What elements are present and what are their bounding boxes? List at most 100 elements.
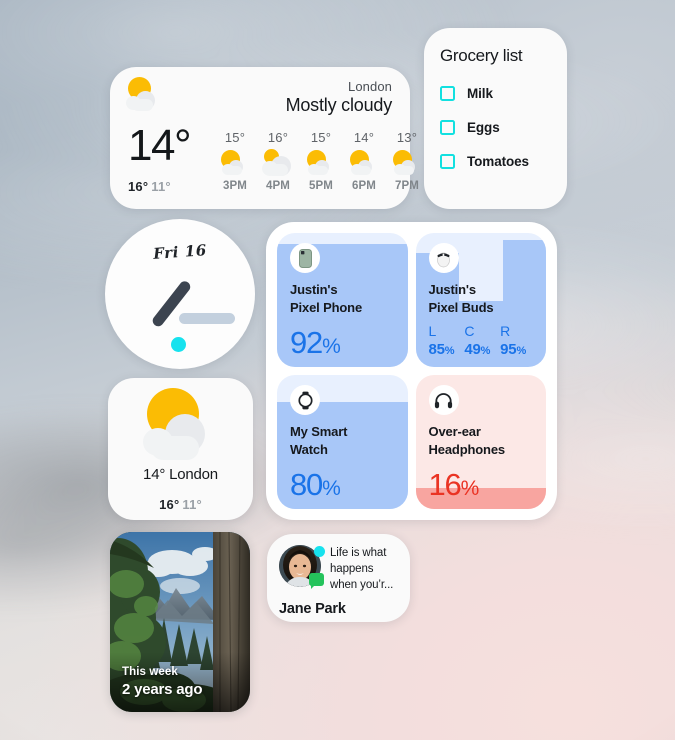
sun-behind-cloud-icon [345, 148, 383, 178]
photo-caption-main: 2 years ago [122, 681, 203, 698]
photo-memories-widget[interactable]: This week 2 years ago [110, 532, 250, 712]
weather-current: 14° 16° 11° [128, 121, 216, 194]
battery-widget-group: Justin's Pixel Phone 92% Justin's Pixel … [266, 222, 557, 520]
percent-symbol: % [444, 345, 455, 357]
sun-behind-cloud-icon [302, 148, 340, 178]
device-name-line1: Justin's [428, 282, 477, 297]
contact-widget[interactable]: Life is what happens when you’r... Jane … [267, 534, 410, 622]
contact-message-preview: Life is what happens when you’r... [330, 547, 394, 591]
sun-behind-cloud-icon [216, 148, 254, 178]
forecast-hour: 16° 4PM [259, 130, 297, 192]
forecast-hour-label: 6PM [352, 180, 376, 193]
buds-channel: R 95% [500, 323, 536, 358]
forecast-hour: 15° 3PM [216, 130, 254, 192]
buds-channel: L 85% [429, 323, 465, 358]
weather-widget-small[interactable]: 14° London 16° 11° [108, 378, 253, 520]
online-status-dot [314, 546, 325, 557]
checkbox-icon[interactable] [440, 120, 455, 135]
clock-minute-hand [179, 313, 235, 324]
grocery-title: Grocery list [440, 46, 523, 65]
battery-percent-value: 16 [428, 467, 462, 502]
battery-percent: 80% [290, 467, 341, 502]
grocery-item[interactable]: Tomatoes [440, 154, 551, 169]
grocery-item[interactable]: Eggs [440, 120, 551, 135]
battery-device-name: Justin's Pixel Phone [290, 281, 395, 316]
weather-header: London Mostly cloudy [110, 67, 410, 123]
message-badge-icon [309, 573, 324, 589]
device-name-line1: Over-ear [428, 424, 481, 439]
battery-percent-value: 80 [290, 467, 323, 502]
device-name-line2: Pixel Phone [290, 299, 363, 315]
forecast-hour-label: 5PM [309, 180, 333, 193]
buds-channel-value: 85% [428, 341, 455, 358]
home-screen: London Mostly cloudy 14° 16° 11° 15° 3PM 16… [0, 0, 675, 740]
buds-channel-key: L [428, 323, 437, 339]
forecast-hour-temp: 14° [353, 130, 375, 146]
battery-tile-pixel-phone[interactable]: Justin's Pixel Phone 92% [277, 233, 408, 367]
forecast-hour-temp: 15° [224, 130, 246, 146]
sun-behind-cloud-icon [135, 388, 227, 462]
weather-small-high-low: 16° 11° [159, 497, 202, 512]
contact-name: Jane Park [279, 600, 346, 617]
earbuds-icon [428, 243, 459, 273]
headphones-icon [428, 385, 459, 415]
forecast-hour-temp: 13° [396, 130, 418, 146]
grocery-item[interactable]: Milk [440, 86, 551, 101]
checkbox-icon[interactable] [440, 154, 455, 169]
grocery-list-widget[interactable]: Grocery list Milk Eggs Tomatoes [424, 28, 567, 209]
analog-clock-widget[interactable]: Fri 16 [105, 219, 255, 369]
battery-device-name: Over-ear Headphones [429, 423, 534, 458]
battery-tile-smart-watch[interactable]: My Smart Watch 80% [277, 375, 408, 509]
clock-accent-dot [171, 337, 186, 352]
weather-widget-large[interactable]: London Mostly cloudy 14° 16° 11° 15° 3PM 16… [110, 67, 419, 209]
clock-date: Fri 16 [152, 241, 208, 263]
weather-body: 14° 16° 11° 15° 3PM 16° 4PM 15° 5PM 14° 6PM 13° 7P… [110, 121, 419, 194]
buds-channel-key: R [500, 323, 511, 339]
weather-current-temp: 14° [128, 121, 192, 170]
weather-high: 16° [128, 179, 149, 195]
sun-behind-cloud-icon [388, 148, 426, 178]
weather-city: London [348, 79, 392, 94]
watch-icon [290, 385, 320, 415]
percent-symbol: % [516, 345, 527, 357]
checkbox-icon[interactable] [440, 86, 455, 101]
device-name-line2: Watch [290, 441, 328, 457]
weather-high-low: 16° 11° [128, 179, 216, 194]
buds-channel-value: 95% [500, 341, 527, 358]
photo-caption-top: This week [122, 666, 178, 678]
sun-behind-cloud-icon [259, 148, 297, 178]
grocery-item-label: Eggs [467, 120, 500, 135]
forecast-hour-label: 4PM [266, 180, 290, 193]
buds-channel: C 49% [464, 323, 500, 358]
percent-symbol: % [480, 345, 491, 357]
grocery-item-label: Tomatoes [467, 154, 529, 169]
device-name-line1: My Smart [290, 424, 348, 439]
device-name-line2: Headphones [428, 441, 506, 457]
forecast-hour-temp: 15° [310, 130, 332, 146]
device-name-line1: Justin's [290, 282, 338, 297]
forecast-hour: 13° 7PM [388, 130, 426, 192]
percent-symbol: % [460, 477, 480, 500]
weather-small-summary: 14° London [143, 466, 218, 483]
device-name-line2: Pixel Buds [428, 299, 494, 315]
buds-channel-key: C [464, 323, 475, 339]
forecast-hour-label: 7PM [395, 180, 419, 193]
battery-tile-pixel-buds[interactable]: Justin's Pixel Buds L 85% C 49% R 95% [415, 233, 546, 367]
forecast-hour-temp: 16° [267, 130, 289, 146]
battery-tile-headphones[interactable]: Over-ear Headphones 16% [415, 375, 546, 509]
hourly-forecast: 15° 3PM 16° 4PM 15° 5PM 14° 6PM 13° 7PM [216, 130, 426, 194]
weather-small-low: 11° [182, 497, 202, 512]
sun-behind-cloud-icon [126, 77, 168, 113]
buds-channel-readouts: L 85% C 49% R 95% [429, 323, 537, 358]
grocery-items: Milk Eggs Tomatoes [440, 86, 551, 169]
grocery-item-label: Milk [467, 86, 493, 101]
battery-percent: 92% [290, 327, 341, 358]
weather-low: 11° [151, 179, 171, 195]
weather-small-high: 16° [159, 497, 180, 512]
buds-channel-value: 49% [464, 341, 491, 358]
battery-device-name: Justin's Pixel Buds [429, 281, 534, 316]
forecast-hour-label: 3PM [223, 180, 247, 193]
avatar[interactable] [279, 545, 325, 589]
weather-condition: Mostly cloudy [285, 95, 393, 115]
phone-icon [290, 243, 320, 273]
